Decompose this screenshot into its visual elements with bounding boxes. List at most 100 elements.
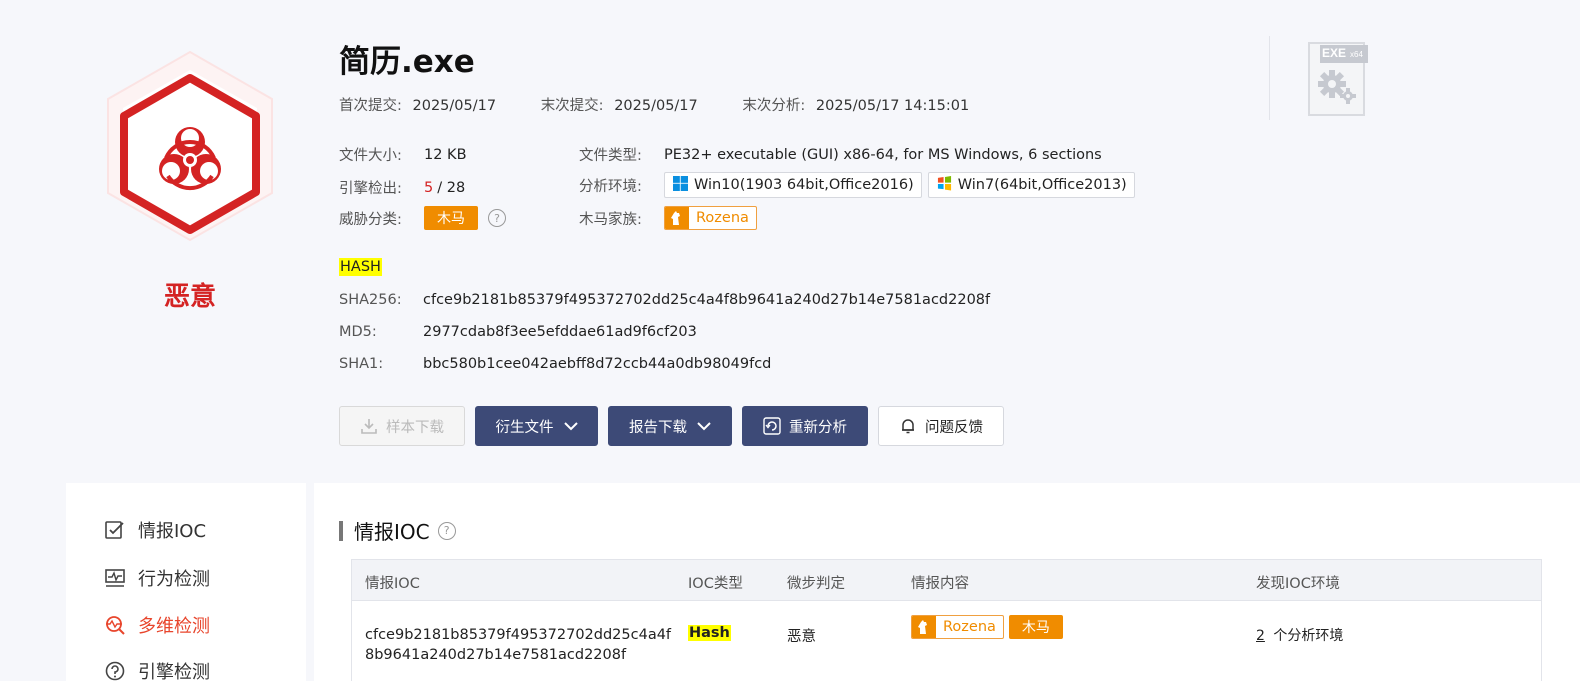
ioc-type: Hash (688, 625, 731, 641)
action-bar: 样本下载 衍生文件 报告下载 重新分析 问题反馈 (339, 406, 1014, 446)
sha1-row: SHA1: bbc580b1cee042aebff8d72ccb44a0db980… (339, 356, 771, 372)
env-tag-win10[interactable]: Win10(1903 64bit,Office2016) (664, 172, 922, 198)
chevron-down-icon (697, 421, 711, 431)
first-submit-value: 2025/05/17 (412, 98, 497, 114)
sidebar-item-intel-ioc[interactable]: 情报IOC (104, 517, 206, 543)
threat-class-row: 威胁分类: 木马 ? (339, 206, 506, 230)
reanalyze-label: 重新分析 (789, 419, 847, 436)
file-type-label: 文件类型: (579, 148, 642, 164)
vertical-divider (1269, 36, 1270, 120)
report-download-button[interactable]: 报告下载 (608, 406, 732, 446)
table-header: 情报IOC IOC类型 微步判定 情报内容 发现IOC环境 (352, 560, 1541, 601)
sidebar-item-behavior[interactable]: 行为检测 (104, 565, 210, 591)
biohazard-hexagon-icon (92, 48, 288, 244)
ioc-env-count: 2 个分析环境 (1256, 625, 1343, 645)
md5-row: MD5: 2977cdab8f3ee5efddae61ad9f6cf203 (339, 324, 697, 340)
env-tag-win7[interactable]: Win7(64bit,Office2013) (927, 172, 1135, 198)
file-type-value: PE32+ executable (GUI) x86-64, for MS Wi… (664, 146, 1102, 163)
feedback-label: 问题反馈 (925, 419, 983, 436)
sidebar-item-multidim[interactable]: 多维检测 (104, 612, 210, 638)
file-name: 简历.exe (339, 44, 475, 80)
reanalyze-button[interactable]: 重新分析 (742, 406, 868, 446)
sha256-value: cfce9b2181b85379f495372702dd25c4a4f8b964… (423, 292, 991, 308)
chevron-down-icon (563, 421, 578, 431)
engine-detect-row: 引擎检出: 5 / 28 (339, 177, 465, 198)
trojan-family-label: 木马家族: (579, 211, 642, 228)
submission-dates: 首次提交: 2025/05/17 末次提交: 2025/05/17 末次分析: … (339, 94, 969, 115)
table-row: cfce9b2181b85379f495372702dd25c4a4f 8b96… (352, 601, 1541, 681)
threat-badge: 木马 (424, 206, 478, 230)
column-header: 情报IOC (365, 576, 420, 592)
family-tag[interactable]: Rozena (911, 615, 1004, 639)
analysis-env-label: 分析环境: (579, 178, 642, 195)
sha1-value: bbc580b1cee042aebff8d72ccb44a0db98049fcd (423, 356, 772, 372)
family-tag-label: Rozena (696, 210, 749, 226)
engine-detect-label: 引擎检出: (339, 181, 402, 197)
sidebar-item-engine[interactable]: 引擎检测 (104, 658, 210, 681)
feedback-button[interactable]: 问题反馈 (878, 406, 1004, 446)
verdict-label: 恶意 (163, 282, 216, 312)
ioc-value-line: 8b9641a240d27b14e7581acd2208f (365, 647, 627, 663)
trojan-family-row: 木马家族: Rozena (579, 206, 757, 230)
env-tag-label: Win7(64bit,Office2013) (957, 177, 1127, 193)
ioc-value[interactable]: cfce9b2181b85379f495372702dd25c4a4f 8b96… (365, 625, 671, 665)
column-header: 发现IOC环境 (1256, 576, 1340, 592)
ioc-value-line: cfce9b2181b85379f495372702dd25c4a4f (365, 627, 672, 643)
checklist-icon (104, 519, 126, 541)
sidebar-item-label: 情报IOC (138, 521, 207, 542)
last-analysis-label: 末次分析: (742, 98, 806, 114)
threat-badge: 木马 (1008, 615, 1063, 639)
analysis-env-row: 分析环境: Win10(1903 64bit,Office2016) Win7(… (579, 172, 1141, 198)
search-scan-icon (104, 614, 126, 636)
engine-detected-count: 5 (424, 179, 434, 196)
refresh-icon (763, 417, 781, 435)
download-sample-label: 样本下载 (386, 419, 444, 436)
ioc-section-title: 情报IOC ? (339, 516, 456, 545)
filetype-badge-sub: x64 (1350, 50, 1363, 59)
download-sample-button[interactable]: 样本下载 (339, 406, 465, 446)
sidebar-item-label: 多维检测 (138, 616, 210, 637)
download-icon (360, 417, 378, 435)
ioc-verdict: 恶意 (787, 629, 816, 645)
sha256-label: SHA256: (339, 292, 402, 308)
monitor-pulse-icon (104, 567, 126, 589)
ioc-section-title-text: 情报IOC (354, 520, 430, 544)
trojan-horse-icon (665, 207, 689, 229)
question-circle-icon (104, 660, 126, 681)
file-size-label: 文件大小: (339, 148, 402, 164)
family-tag[interactable]: Rozena (664, 206, 757, 230)
sidebar-item-label: 行为检测 (138, 569, 210, 590)
windows10-icon (673, 175, 688, 195)
column-header: 微步判定 (787, 576, 845, 592)
section-bar (339, 520, 343, 541)
trojan-horse-icon (912, 616, 936, 638)
ioc-panel: 情报IOC ? 情报IOC IOC类型 微步判定 情报内容 发现IOC环境 cf… (314, 483, 1580, 681)
engine-total-count: / 28 (437, 179, 466, 196)
help-icon[interactable]: ? (488, 209, 506, 227)
file-size-value: 12 KB (424, 146, 467, 163)
windows7-icon (937, 175, 952, 195)
env-tag-label: Win10(1903 64bit,Office2016) (694, 177, 914, 193)
derived-files-button[interactable]: 衍生文件 (475, 406, 598, 446)
sha1-label: SHA1: (339, 356, 384, 372)
derived-files-label: 衍生文件 (495, 419, 554, 436)
md5-label: MD5: (339, 324, 377, 340)
hash-section-title: HASH (339, 258, 382, 276)
md5-value: 2977cdab8f3ee5efddae61ad9f6cf203 (423, 324, 697, 340)
file-size-row: 文件大小: 12 KB (339, 144, 467, 165)
threat-class-label: 威胁分类: (339, 211, 402, 228)
sidebar-item-label: 引擎检测 (138, 662, 210, 681)
first-submit-label: 首次提交: (339, 98, 402, 114)
ioc-table: 情报IOC IOC类型 微步判定 情报内容 发现IOC环境 cfce9b2181… (351, 559, 1542, 681)
column-header: 情报内容 (911, 576, 969, 592)
family-tag-label: Rozena (943, 619, 996, 635)
filetype-badge-text: EXE (1322, 46, 1347, 60)
last-analysis-value: 2025/05/17 14:15:01 (815, 98, 970, 114)
env-count-link[interactable]: 2 (1256, 628, 1265, 644)
bell-icon (899, 417, 917, 435)
sidebar: 情报IOC 行为检测 多维检测 引擎检测 (66, 483, 306, 681)
sha256-row: SHA256: cfce9b2181b85379f495372702dd25c4a… (339, 292, 990, 308)
help-icon[interactable]: ? (437, 521, 456, 540)
last-submit-value: 2025/05/17 (614, 98, 698, 114)
column-header: IOC类型 (688, 576, 743, 592)
